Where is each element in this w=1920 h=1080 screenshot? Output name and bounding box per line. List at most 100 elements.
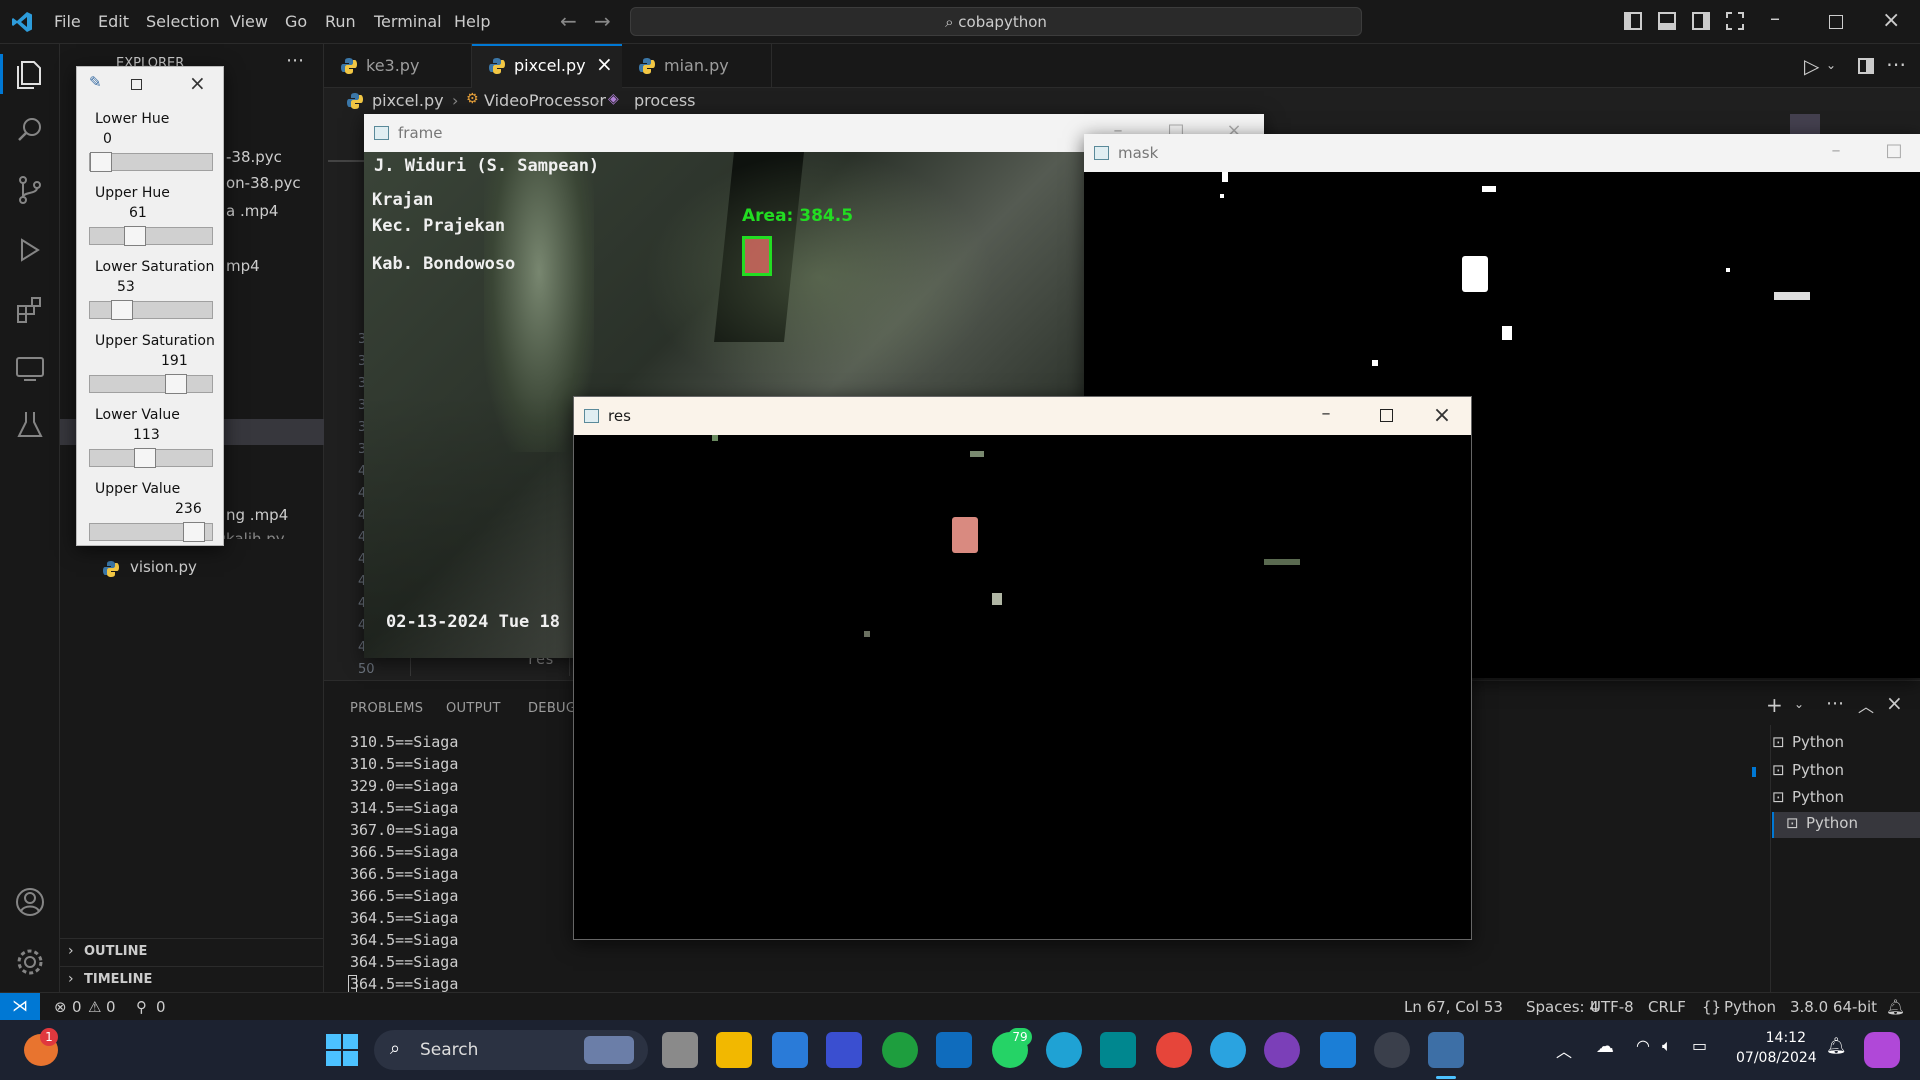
customize-layout-icon[interactable] <box>1726 12 1744 30</box>
tab-output[interactable]: OUTPUT <box>446 701 501 716</box>
maximize-icon[interactable] <box>1829 15 1843 29</box>
maximize-icon[interactable] <box>131 79 142 90</box>
trackbar-titlebar[interactable]: ✎ × <box>77 67 223 99</box>
app-icon[interactable] <box>826 1032 862 1068</box>
command-center-search[interactable]: ⌕ cobapython <box>630 7 1362 36</box>
chevron-up-icon[interactable]: ︿ <box>1556 1038 1572 1062</box>
terminal-list-item-active[interactable]: ⊡ Python <box>1772 812 1920 838</box>
minimize-icon[interactable]: – <box>1770 6 1780 30</box>
more-actions-icon[interactable]: ⋯ <box>286 50 304 71</box>
file-item-vision[interactable]: vision.py <box>130 558 197 576</box>
close-icon[interactable]: × <box>1428 403 1456 429</box>
file-item[interactable]: mp4 <box>226 257 260 275</box>
chevron-down-icon[interactable]: ⌄ <box>1794 697 1804 711</box>
forward-arrow-icon[interactable]: → <box>594 9 611 33</box>
res-titlebar[interactable]: res – × <box>574 397 1471 435</box>
toggle-panel-icon[interactable] <box>1658 12 1676 30</box>
more-actions-icon[interactable]: ⋯ <box>1826 693 1844 714</box>
github-icon[interactable] <box>1264 1032 1300 1068</box>
eol[interactable]: CRLF <box>1648 998 1686 1016</box>
xbox-icon[interactable] <box>882 1032 918 1068</box>
edge-icon[interactable] <box>1046 1032 1082 1068</box>
terminal-list-item[interactable]: ⊡ Python <box>1772 733 1920 759</box>
errors-count[interactable]: 0 <box>72 998 82 1016</box>
search-icon[interactable] <box>12 112 48 148</box>
taskbar-search[interactable]: ⌕ Search <box>374 1030 648 1070</box>
back-arrow-icon[interactable]: ← <box>560 9 577 33</box>
trackbar-upper-value[interactable] <box>89 522 213 542</box>
wifi-icon[interactable]: ◠ <box>1636 1036 1650 1055</box>
close-icon[interactable]: × <box>189 71 206 95</box>
menu-edit[interactable]: Edit <box>98 12 129 31</box>
mask-titlebar[interactable]: mask – □ <box>1084 134 1920 172</box>
trackbar-lower-hue[interactable] <box>89 152 213 172</box>
bell-icon[interactable]: 🔔︎ <box>1886 998 1905 1016</box>
outlook-icon[interactable] <box>936 1032 972 1068</box>
tab-pixcel[interactable]: pixcel.py × <box>472 44 622 88</box>
task-view-icon[interactable] <box>662 1032 698 1068</box>
toggle-secondary-sidebar-icon[interactable] <box>1692 12 1710 30</box>
indentation[interactable]: Spaces: 4 <box>1526 998 1599 1016</box>
encoding[interactable]: UTF-8 <box>1590 998 1634 1016</box>
trackbar-thumb[interactable] <box>124 226 146 246</box>
outline-section[interactable]: OUTLINE <box>84 944 147 959</box>
terminal-list-item[interactable]: ⊡ Python <box>1772 788 1920 814</box>
menu-view[interactable]: View <box>230 12 268 31</box>
toggle-primary-sidebar-icon[interactable] <box>1624 12 1642 30</box>
testing-icon[interactable] <box>12 406 48 442</box>
breadcrumb-file[interactable]: pixcel.py <box>372 91 444 110</box>
terminal-list-item[interactable]: ⊡ Python <box>1772 761 1920 787</box>
copilot-icon[interactable] <box>1864 1032 1900 1068</box>
menu-file[interactable]: File <box>54 12 81 31</box>
cursor-position[interactable]: Ln 67, Col 53 <box>1404 998 1503 1016</box>
file-item[interactable]: a .mp4 <box>226 202 278 220</box>
python-taskbar-icon[interactable] <box>1428 1032 1464 1068</box>
trackbar-thumb[interactable] <box>183 522 205 542</box>
microsoft-store-icon[interactable] <box>772 1032 808 1068</box>
onedrive-icon[interactable]: ☁ <box>1596 1036 1614 1057</box>
file-item[interactable]: on-38.pyc <box>226 174 301 192</box>
timeline-section[interactable]: TIMELINE <box>84 972 152 987</box>
maximize-icon[interactable] <box>1380 409 1393 422</box>
menu-terminal[interactable]: Terminal <box>374 12 442 31</box>
language-mode[interactable]: Python <box>1724 998 1776 1016</box>
volume-icon[interactable]: 🔈︎ <box>1662 1036 1672 1056</box>
menu-selection[interactable]: Selection <box>146 12 220 31</box>
notifications-icon[interactable]: 🔔︎ <box>1826 1036 1846 1055</box>
trackbar-upper-saturation[interactable] <box>89 374 213 394</box>
maximize-panel-icon[interactable]: ︿ <box>1858 693 1874 717</box>
close-icon[interactable]: × <box>1882 8 1900 33</box>
chevron-down-icon[interactable]: ⌄ <box>1826 58 1836 72</box>
run-debug-icon[interactable] <box>12 232 48 268</box>
breadcrumb-class[interactable]: VideoProcessor <box>484 91 606 110</box>
tab-problems[interactable]: PROBLEMS <box>350 701 423 716</box>
file-item[interactable]: -38.pyc <box>226 148 282 166</box>
warnings-count[interactable]: 0 <box>106 998 116 1016</box>
minimize-icon[interactable]: – <box>1822 140 1850 166</box>
trackbar-upper-hue[interactable] <box>89 226 213 246</box>
interpreter[interactable]: 3.8.0 64-bit <box>1790 998 1877 1016</box>
arduino-icon[interactable] <box>1100 1032 1136 1068</box>
menu-go[interactable]: Go <box>285 12 307 31</box>
ports-count[interactable]: 0 <box>156 998 166 1016</box>
more-actions-icon[interactable]: ⋯ <box>1886 52 1906 76</box>
remote-explorer-icon[interactable] <box>12 350 48 386</box>
clock-time[interactable]: 14:12 <box>1746 1030 1806 1046</box>
breadcrumb-method[interactable]: process <box>634 91 695 110</box>
new-terminal-icon[interactable]: + <box>1766 693 1783 717</box>
trackbar-thumb[interactable] <box>134 448 156 468</box>
battery-icon[interactable]: ▭ <box>1692 1036 1707 1055</box>
explorer-icon[interactable] <box>12 56 48 92</box>
trackbar-lower-saturation[interactable] <box>89 300 213 320</box>
split-editor-icon[interactable] <box>1858 58 1874 74</box>
start-menu-icon[interactable] <box>326 1034 358 1066</box>
trackbar-thumb[interactable] <box>90 152 112 172</box>
minimize-icon[interactable]: – <box>1312 403 1340 429</box>
file-explorer-icon[interactable] <box>716 1032 752 1068</box>
source-control-icon[interactable] <box>12 172 48 208</box>
tab-ke3[interactable]: ke3.py <box>324 44 472 88</box>
clock-date[interactable]: 07/08/2024 <box>1736 1050 1817 1066</box>
trackbar-thumb[interactable] <box>111 300 133 320</box>
app-icon[interactable] <box>1374 1032 1410 1068</box>
tab-debug-console[interactable]: DEBUG <box>528 701 576 716</box>
